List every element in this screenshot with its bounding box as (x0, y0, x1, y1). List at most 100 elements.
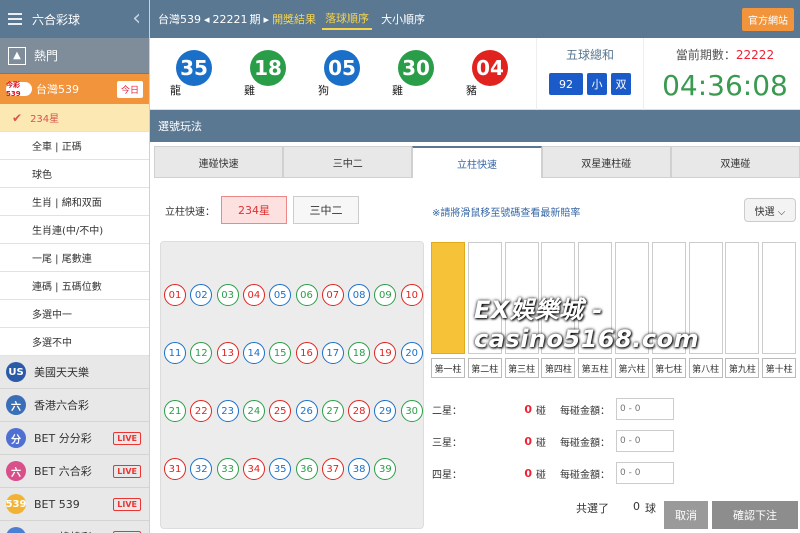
number-ball[interactable]: 04 (242, 284, 265, 306)
number-ball[interactable]: 17 (321, 342, 344, 364)
number-ball[interactable]: 20 (400, 342, 423, 364)
number-ball[interactable]: 24 (242, 400, 265, 422)
sidebar-subitem[interactable]: 生肖連(中/不中) (0, 216, 149, 244)
collapse-icon[interactable]: ‹ (132, 8, 141, 30)
number-ball[interactable]: 15 (269, 342, 292, 364)
sidebar-subitem[interactable]: 多選不中 (0, 328, 149, 356)
sidebar-game-item[interactable]: US 美國天天樂 (0, 356, 149, 389)
sidebar-subitem[interactable]: 生肖 | 綿和双面 (0, 188, 149, 216)
column-bar (431, 242, 465, 354)
number-ball[interactable]: 01 (164, 284, 186, 306)
number-ball[interactable]: 03 (216, 284, 239, 306)
game-logo-icon: 分 (6, 428, 26, 448)
number-ball[interactable]: 12 (190, 342, 213, 364)
number-ball[interactable]: 28 (348, 400, 371, 422)
draw-ball: 05 (324, 50, 360, 86)
number-ball[interactable]: 02 (190, 284, 213, 306)
number-ball[interactable]: 21 (164, 400, 186, 422)
number-ball[interactable]: 36 (295, 458, 318, 480)
number-ball[interactable]: 05 (269, 284, 292, 306)
period-value: 22222 (735, 48, 775, 62)
sidebar-subitem[interactable]: 球色 (0, 160, 149, 188)
breadcrumb-period: 22221 (212, 12, 248, 26)
number-ball[interactable]: 26 (295, 400, 318, 422)
sidebar-game-item[interactable]: 韓BET 韓韓彩LIVE (0, 521, 149, 533)
breadcrumb-game[interactable]: 台灣539 (158, 11, 201, 27)
number-ball[interactable]: 39 (374, 458, 397, 480)
caret-left-icon[interactable]: ◂ (204, 13, 210, 26)
number-ball[interactable]: 22 (190, 400, 213, 422)
section-header: 選號玩法 (150, 110, 800, 142)
draw-ball: 04 (472, 50, 508, 86)
caret-right-icon[interactable]: ▸ (264, 13, 270, 26)
sidebar-subitem[interactable]: 全車 | 正碼 (0, 132, 149, 160)
sidebar-game-item[interactable]: 分 BET 分分彩 LIVE (0, 422, 149, 455)
sidebar-subitem[interactable]: 一尾 | 尾數連 (0, 244, 149, 272)
number-ball[interactable]: 19 (374, 342, 397, 364)
number-ball[interactable]: 30 (400, 400, 423, 422)
option-234-star[interactable]: 234星 (221, 196, 287, 224)
sidebar-game-taiwan539[interactable]: 今彩539 台灣539 今日 (0, 74, 149, 104)
tab-play-2[interactable]: 立柱快速 (412, 146, 542, 178)
countdown-timer: 04:36:08 (662, 69, 788, 102)
draw-results: 35 龍 18 雞 05 狗 30 雞 04 豬 五球總和 92 小 双 當前期數：22222 0… (150, 38, 800, 110)
bet-row-count: 0 (524, 434, 532, 448)
sidebar-subitem[interactable]: 連碼 | 五碼位數 (0, 272, 149, 300)
menu-icon[interactable] (8, 13, 22, 25)
sidebar-subitem-label: 生肖連(中/不中) (32, 226, 104, 237)
game-name: BET 分分彩 (34, 432, 92, 445)
bet-row-name: 三星： (432, 437, 462, 449)
number-ball[interactable]: 27 (321, 400, 344, 422)
amount-input[interactable] (616, 398, 674, 420)
number-ball[interactable]: 09 (374, 284, 397, 306)
number-ball[interactable]: 14 (242, 342, 265, 364)
sidebar-subitem[interactable]: 多選中一 (0, 300, 149, 328)
confirm-bet-button[interactable]: 確認下注 (712, 501, 798, 529)
number-ball[interactable]: 11 (164, 342, 186, 364)
fast-select-dropdown[interactable]: 快選 ⌵ (744, 198, 796, 222)
official-site-button[interactable]: 官方網站 (742, 7, 794, 31)
number-ball[interactable]: 37 (321, 458, 344, 480)
game-name: 香港六合彩 (34, 399, 89, 412)
tab-play-1[interactable]: 三中二 (283, 146, 413, 178)
watermark: EX娛樂城 - casino5168.com (474, 296, 700, 353)
sidebar-game-item[interactable]: 539 BET 539 LIVE (0, 488, 149, 521)
option-three-in-two[interactable]: 三中二 (293, 196, 359, 224)
results-link[interactable]: 開獎結果 (272, 11, 316, 27)
check-icon: ✔ (12, 110, 23, 125)
number-ball[interactable]: 34 (242, 458, 265, 480)
number-ball[interactable]: 23 (216, 400, 239, 422)
tab-play-3[interactable]: 双星連柱碰 (541, 146, 671, 178)
tab-play-4[interactable]: 双連碰 (670, 146, 800, 178)
number-ball[interactable]: 38 (348, 458, 371, 480)
number-ball[interactable]: 33 (216, 458, 239, 480)
number-ball[interactable]: 35 (269, 458, 292, 480)
amount-input[interactable] (616, 462, 674, 484)
tab-drop-order[interactable]: 落球順序 (322, 8, 373, 30)
sidebar-game-item[interactable]: 六香港六合彩 (0, 389, 149, 422)
sidebar-category-hot[interactable]: ▲ 熱門 (0, 38, 149, 74)
number-ball[interactable]: 29 (374, 400, 397, 422)
number-ball[interactable]: 07 (321, 284, 344, 306)
number-ball[interactable]: 08 (348, 284, 371, 306)
sidebar-game-item[interactable]: 六 BET 六合彩 LIVE (0, 455, 149, 488)
amount-input[interactable] (616, 430, 674, 452)
number-ball[interactable]: 10 (400, 284, 423, 306)
column-option[interactable]: 第一柱 (431, 242, 465, 378)
cancel-button[interactable]: 取消 (664, 501, 708, 529)
number-ball[interactable]: 32 (190, 458, 213, 480)
sidebar-subitem[interactable]: ✔ 234星 (0, 104, 149, 132)
number-ball[interactable]: 31 (164, 458, 186, 480)
number-ball[interactable]: 16 (295, 342, 318, 364)
sidebar-subitem-label: 全車 | 正碼 (32, 142, 82, 153)
play-tabs: 連碰快速 三中二 立柱快速 双星連柱碰 双連碰 (154, 146, 800, 178)
tab-size-order[interactable]: 大小順序 (378, 9, 428, 29)
column-label: 第八柱 (688, 358, 723, 378)
number-ball[interactable]: 18 (348, 342, 371, 364)
number-ball[interactable]: 13 (216, 342, 239, 364)
period-label: 當前期數： (675, 48, 736, 62)
bet-row-unit: 碰 (536, 469, 546, 481)
number-ball[interactable]: 06 (295, 284, 318, 306)
tab-play-0[interactable]: 連碰快速 (154, 146, 284, 178)
number-ball[interactable]: 25 (269, 400, 292, 422)
